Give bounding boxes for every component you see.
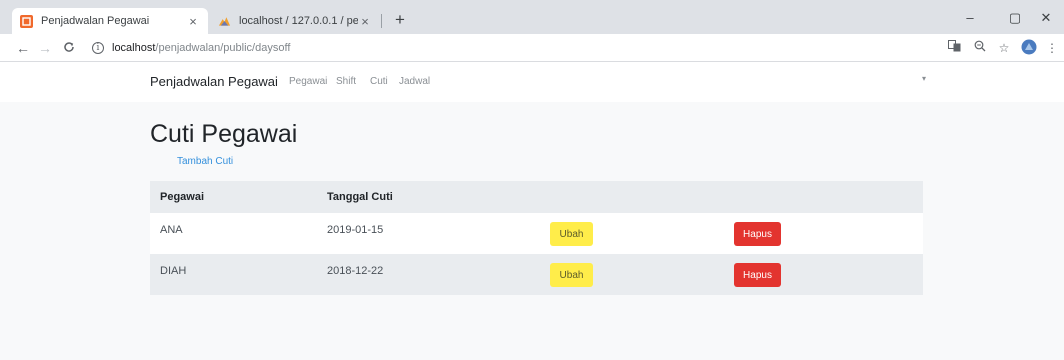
table-row: ANA 2019-01-15 Ubah Hapus xyxy=(150,213,923,254)
delete-button[interactable]: Hapus xyxy=(734,222,781,246)
zoom-icon[interactable] xyxy=(972,39,988,57)
cell-tanggal-cuti: 2019-01-15 xyxy=(327,224,384,236)
minimize-button[interactable]: – xyxy=(960,10,980,25)
back-arrow-icon[interactable]: ← xyxy=(14,39,32,57)
edit-button[interactable]: Ubah xyxy=(550,222,593,246)
bookmark-star-icon[interactable]: ☆ xyxy=(996,39,1012,57)
browser-toolbar: ← → i localhost /penjadwalan/public/days… xyxy=(0,34,1064,62)
user-dropdown-caret-icon[interactable]: ▾ xyxy=(922,74,926,83)
table-header-row: Pegawai Tanggal Cuti xyxy=(150,181,923,213)
app-favicon-icon xyxy=(20,14,33,28)
table-row: DIAH 2018-12-22 Ubah Hapus xyxy=(150,254,923,295)
leave-table: Pegawai Tanggal Cuti ANA 2019-01-15 Ubah… xyxy=(150,181,923,295)
add-leave-link[interactable]: Tambah Cuti xyxy=(177,156,233,167)
app-navbar: Penjadwalan Pegawai Pegawai Shift Cuti J… xyxy=(0,62,1064,102)
column-header-pegawai: Pegawai xyxy=(160,191,205,203)
page-title: Cuti Pegawai xyxy=(150,120,298,148)
phpmyadmin-favicon-icon xyxy=(218,15,231,28)
url-path: /penjadwalan/public/daysoff xyxy=(155,42,291,54)
new-tab-button[interactable]: + xyxy=(391,10,409,30)
column-header-tanggal-cuti: Tanggal Cuti xyxy=(327,191,393,203)
tab-title: localhost / 127.0.0.1 / penjadwal xyxy=(239,15,358,27)
navbar-brand[interactable]: Penjadwalan Pegawai xyxy=(150,74,278,89)
nav-link-pegawai[interactable]: Pegawai xyxy=(289,76,327,87)
cell-pegawai: DIAH xyxy=(160,265,187,277)
translate-icon[interactable] xyxy=(946,39,962,57)
close-window-button[interactable]: ✕ xyxy=(1036,10,1056,26)
tab-close-icon[interactable]: × xyxy=(358,14,372,29)
profile-avatar-icon[interactable] xyxy=(1021,39,1037,60)
address-bar[interactable]: i localhost /penjadwalan/public/daysoff xyxy=(92,39,290,57)
browser-tab-strip: Penjadwalan Pegawai × localhost / 127.0.… xyxy=(0,0,1064,34)
delete-button[interactable]: Hapus xyxy=(734,263,781,287)
forward-arrow-icon[interactable]: → xyxy=(36,39,54,57)
nav-link-cuti[interactable]: Cuti xyxy=(370,76,388,87)
restore-button[interactable]: ▢ xyxy=(1005,10,1025,26)
cell-tanggal-cuti: 2018-12-22 xyxy=(327,265,384,277)
reload-icon[interactable] xyxy=(60,39,78,57)
tab-penjadwalan[interactable]: Penjadwalan Pegawai × xyxy=(12,8,208,34)
tab-title: Penjadwalan Pegawai xyxy=(41,15,150,27)
tab-separator xyxy=(381,14,382,28)
nav-link-shift[interactable]: Shift xyxy=(336,76,356,87)
tab-phpmyadmin[interactable]: localhost / 127.0.0.1 / penjadwal × xyxy=(210,8,380,34)
url-host: localhost xyxy=(112,42,156,54)
nav-link-jadwal[interactable]: Jadwal xyxy=(399,76,430,87)
cell-pegawai: ANA xyxy=(160,224,183,236)
edit-button[interactable]: Ubah xyxy=(550,263,593,287)
info-icon[interactable]: i xyxy=(92,42,104,54)
tab-close-icon[interactable]: × xyxy=(186,14,200,29)
menu-kebab-icon[interactable]: ⋮ xyxy=(1044,39,1060,57)
